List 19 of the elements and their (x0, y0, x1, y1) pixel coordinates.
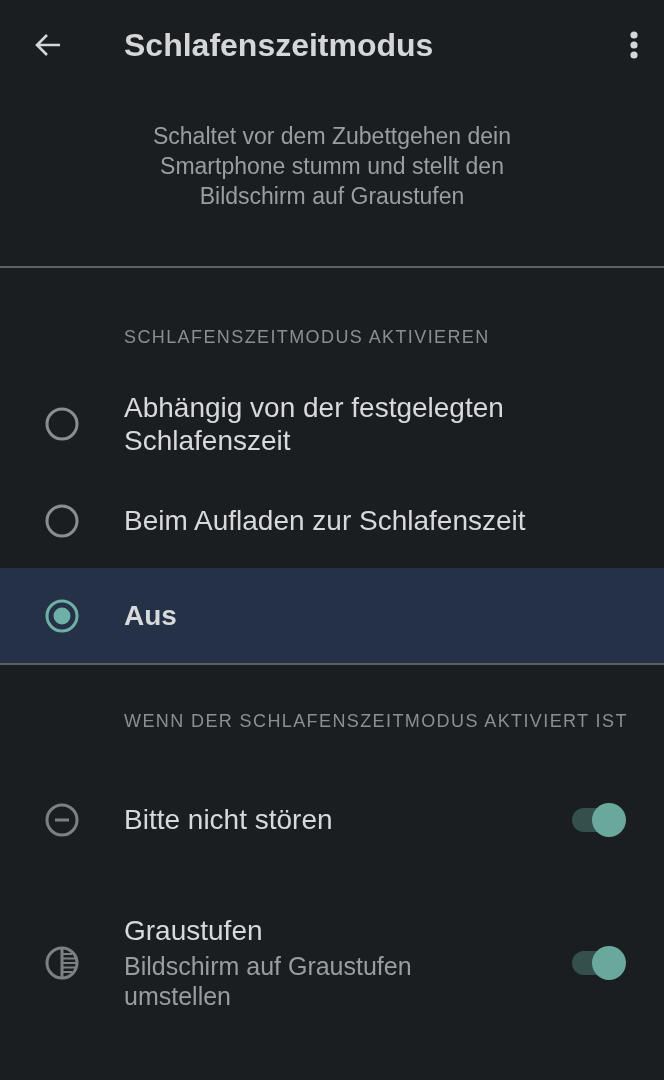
back-arrow-icon[interactable] (34, 33, 62, 57)
radio-option[interactable]: Beim Aufladen zur Schlafenszeit (0, 473, 664, 568)
half-circle-icon (45, 946, 79, 980)
section-header: WENN DER SCHLAFENSZEITMODUS AKTIVIERT IST (123, 710, 629, 733)
more-options-icon[interactable] (630, 31, 638, 59)
section-header: SCHLAFENSZEITMODUS AKTIVIEREN (123, 326, 491, 349)
page-title: Schlafenszeitmodus (124, 26, 435, 64)
radio-option[interactable]: Aus (0, 568, 664, 663)
description-text: Schaltet vor dem Zubettgehen dein Smartphone stumm und stellt den Bildschirm auf Graustufen (152, 122, 512, 211)
radio-icon[interactable] (45, 407, 79, 441)
setting-title: Graustufen (124, 915, 263, 947)
minus-circle-icon (45, 803, 79, 837)
radio-option[interactable]: Abhängig von der festgelegten Schlafenszeit (0, 375, 664, 473)
setting-title: Bitte nicht stören (124, 804, 333, 836)
radio-icon[interactable] (45, 598, 79, 633)
toggle-switch[interactable] (572, 946, 626, 980)
toggle-switch[interactable] (572, 803, 626, 837)
radio-icon[interactable] (45, 503, 79, 538)
setting-subtitle: Bildschirm auf Graustufen umstellen (124, 951, 413, 1011)
